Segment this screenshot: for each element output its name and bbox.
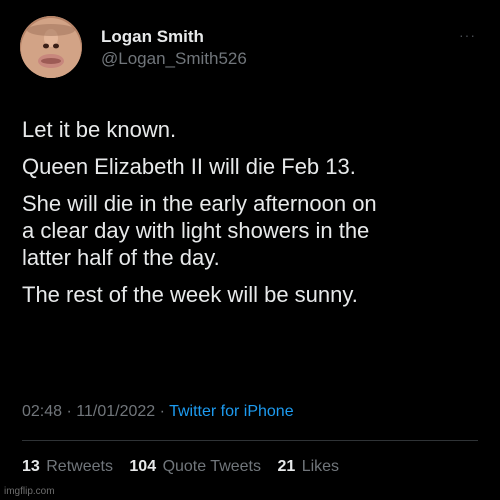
meta-separator: ·	[62, 403, 77, 420]
more-options-icon[interactable]: ···	[459, 28, 476, 42]
user-info: Logan Smith @Logan_Smith526	[101, 27, 247, 69]
tweet-paragraph: Queen Elizabeth II will die Feb 13.	[22, 154, 356, 179]
avatar[interactable]	[20, 16, 82, 78]
engagement-stats: 13 Retweets 104 Quote Tweets 21 Likes	[22, 458, 351, 476]
retweets-stat[interactable]: 13 Retweets	[22, 458, 113, 475]
likes-count: 21	[277, 458, 296, 475]
user-handle[interactable]: @Logan_Smith526	[101, 49, 247, 69]
watermark: imgflip.com	[4, 486, 55, 497]
tweet-paragraph: The rest of the week will be sunny.	[22, 282, 358, 307]
quote-tweets-label: Quote Tweets	[162, 458, 261, 475]
avatar-face-image	[20, 16, 82, 78]
tweet-paragraph: She will die in the early afternoon on a…	[22, 191, 377, 270]
retweets-label: Retweets	[46, 458, 113, 475]
tweet-card: Logan Smith @Logan_Smith526 ··· Let it b…	[0, 0, 500, 500]
tweet-date[interactable]: 11/01/2022	[76, 403, 155, 420]
likes-stat[interactable]: 21 Likes	[277, 458, 339, 475]
tweet-paragraph: Let it be known.	[22, 117, 177, 142]
tweet-time[interactable]: 02:48	[22, 403, 62, 420]
tweet-source-link[interactable]: Twitter for iPhone	[169, 403, 294, 420]
retweets-count: 13	[22, 458, 40, 475]
quote-tweets-stat[interactable]: 104 Quote Tweets	[129, 458, 261, 475]
meta-separator: ·	[155, 403, 170, 420]
tweet-meta: 02:48 · 11/01/2022 · Twitter for iPhone	[22, 403, 294, 421]
tweet-text: Let it be known. Queen Elizabeth II will…	[22, 116, 482, 318]
divider	[22, 440, 478, 441]
display-name[interactable]: Logan Smith	[101, 27, 247, 47]
quote-tweets-count: 104	[129, 458, 157, 475]
likes-label: Likes	[301, 458, 340, 475]
